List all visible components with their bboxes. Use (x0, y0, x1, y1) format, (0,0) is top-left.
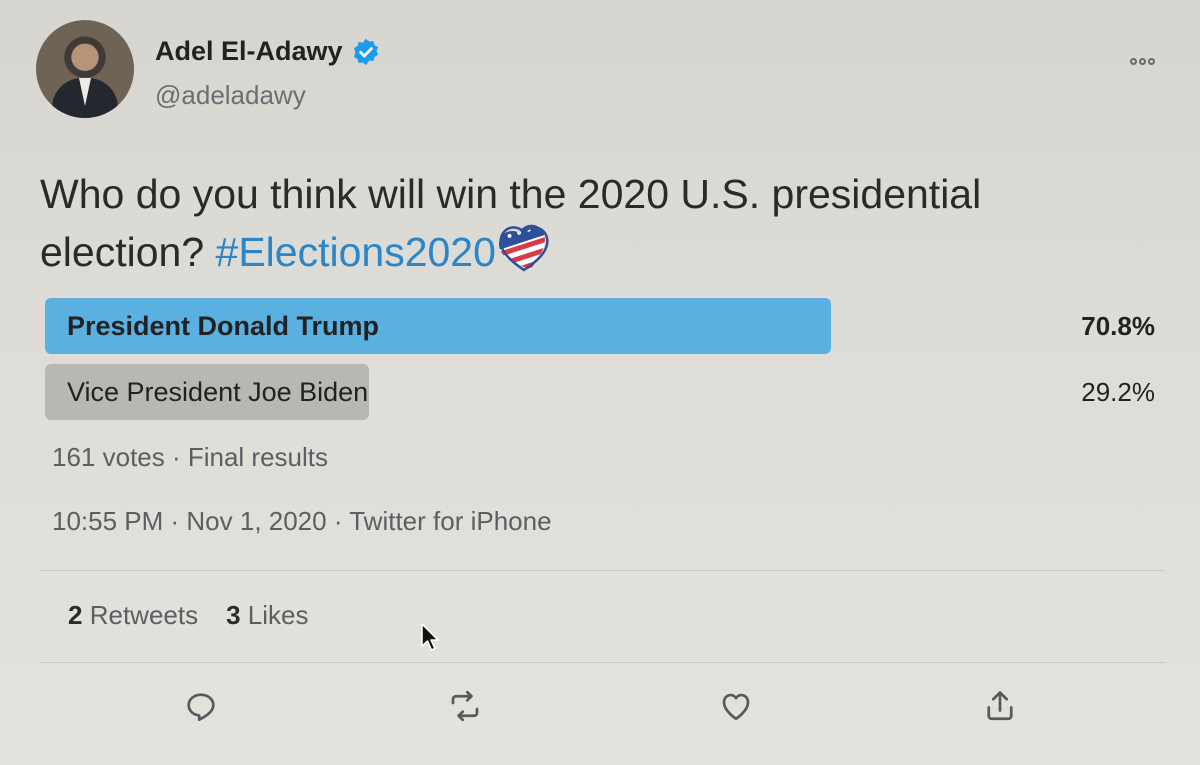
poll-option-percent: 70.8% (1081, 311, 1155, 341)
avatar[interactable] (36, 20, 134, 118)
retweet-icon[interactable] (447, 688, 483, 724)
more-options-icon[interactable] (1130, 58, 1155, 65)
us-flag-heart-icon (495, 222, 552, 274)
poll-option-trump: President Donald Trump 70.8% (45, 298, 1155, 354)
retweets-label: Retweets (89, 600, 199, 630)
verified-badge-icon (353, 38, 378, 65)
engagement-stats: 2 Retweets 3 Likes (68, 600, 309, 631)
poll-summary: 161 votes · Final results (52, 442, 329, 472)
tweet-card: Adel El-Adawy @adeladawy Who do you thin… (0, 0, 1200, 765)
retweets-count: 2 (68, 600, 83, 630)
tweet-timestamp[interactable]: 10:55 PM · Nov 1, 2020 · Twitter for iPh… (52, 506, 552, 537)
poll-option-biden: Vice President Joe Biden 29.2% (45, 364, 1155, 420)
share-icon[interactable] (982, 688, 1018, 724)
author-name[interactable]: Adel El-Adawy (155, 36, 343, 67)
likes-stat[interactable]: 3 Likes (226, 600, 308, 630)
hashtag-link[interactable]: #Elections2020 (216, 229, 496, 275)
likes-count: 3 (226, 600, 241, 630)
retweets-stat[interactable]: 2 Retweets (68, 600, 198, 630)
poll-option-label: Vice President Joe Biden (67, 377, 369, 407)
likes-label: Likes (247, 600, 309, 630)
poll-option-label: President Donald Trump (67, 311, 380, 341)
like-icon[interactable] (718, 688, 754, 724)
tweet-text-block: Who do you think will win the 2020 U.S. … (40, 166, 1100, 280)
reply-icon[interactable] (183, 688, 219, 724)
author-name-row: Adel El-Adawy (155, 36, 381, 67)
action-bar (0, 688, 1200, 728)
divider (40, 570, 1165, 571)
poll-option-percent: 29.2% (1081, 377, 1155, 407)
author-handle[interactable]: @adeladawy (155, 80, 306, 111)
mouse-cursor-icon (421, 623, 439, 651)
divider (40, 662, 1165, 663)
